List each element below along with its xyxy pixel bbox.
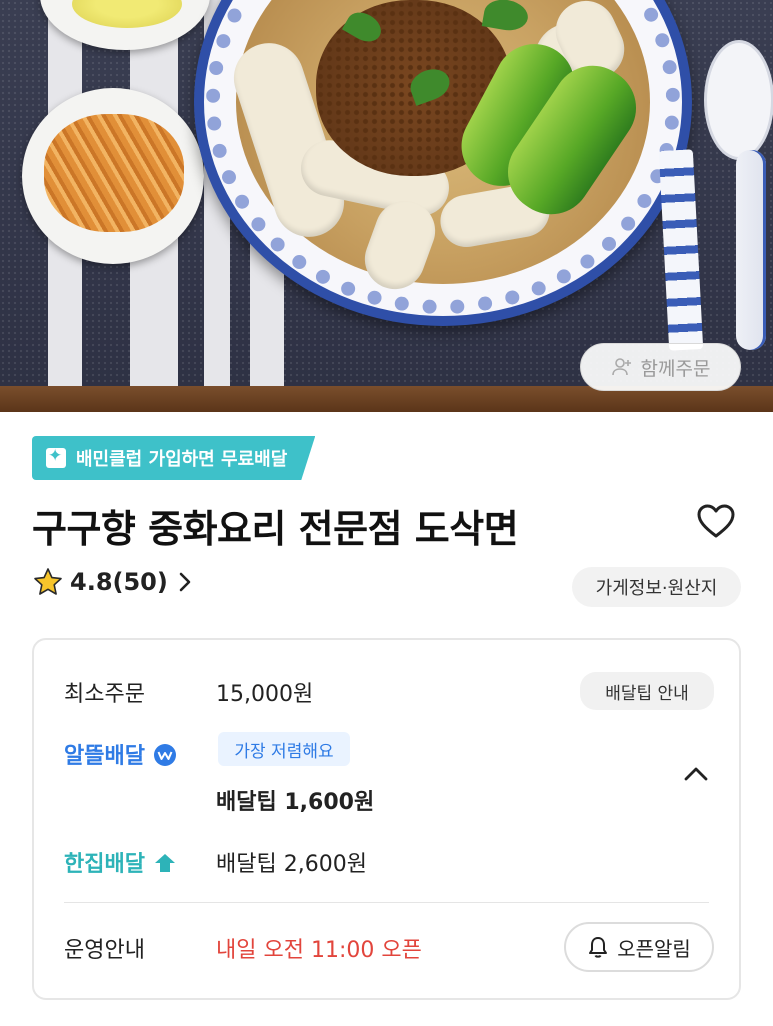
spoon-handle (736, 150, 766, 350)
person-add-icon (611, 356, 633, 378)
min-order-value: 15,000원 (216, 682, 314, 707)
min-order-label: 최소주문 (64, 682, 145, 707)
chevron-right-icon (178, 571, 192, 593)
opening-status: 내일 오전 11:00 오픈 (216, 938, 422, 963)
chevron-up-icon[interactable] (682, 764, 710, 784)
cheapest-tag: 가장 저렴해요 (218, 732, 350, 766)
open-alarm-label: 오픈알림 (617, 936, 691, 961)
saver-delivery-label: 알뜰배달 (64, 744, 145, 769)
rating-value: 4.8(50) (70, 568, 168, 596)
store-info-origin-button[interactable]: 가게정보·원산지 (572, 567, 741, 607)
hours-label: 운영안내 (64, 938, 145, 963)
baemin-club-badge[interactable]: 배민클럽 가입하면 무료배달 (32, 436, 315, 480)
club-badge-label: 배민클럽 가입하면 무료배달 (76, 449, 288, 470)
baemin-club-icon (46, 448, 66, 468)
single-delivery-label: 한집배달 (64, 852, 145, 877)
star-icon (32, 566, 64, 598)
saver-delivery-tip: 배달팁 1,600원 (216, 790, 375, 815)
option-saver-delivery[interactable]: 알뜰배달 (64, 738, 177, 770)
delivery-info-card: 최소주문 15,000원 배달팁 안내 알뜰배달 가장 저렴해요 배달팁 1,6… (32, 638, 741, 1000)
together-order-label: 함께주문 (640, 357, 711, 380)
saver-delivery-icon (153, 744, 176, 766)
store-hero-photo: 함께주문 (0, 0, 773, 412)
open-alarm-button[interactable]: 오픈알림 (564, 922, 714, 972)
store-name: 구구향 중화요리 전문점 도삭면 (32, 507, 519, 551)
spoon (704, 40, 773, 160)
divider (64, 902, 709, 903)
single-delivery-tip: 배달팁 2,600원 (216, 852, 367, 877)
rating-summary[interactable]: 4.8(50) (32, 566, 192, 598)
bell-icon (587, 935, 609, 959)
delivery-tip-info-button[interactable]: 배달팁 안내 (580, 672, 714, 710)
together-order-button[interactable]: 함께주문 (580, 343, 741, 391)
heart-outline-icon[interactable] (694, 500, 738, 544)
house-arrow-icon (154, 854, 175, 872)
option-single-delivery[interactable]: 한집배달 (64, 846, 177, 878)
pickled-side-dish (44, 114, 184, 232)
